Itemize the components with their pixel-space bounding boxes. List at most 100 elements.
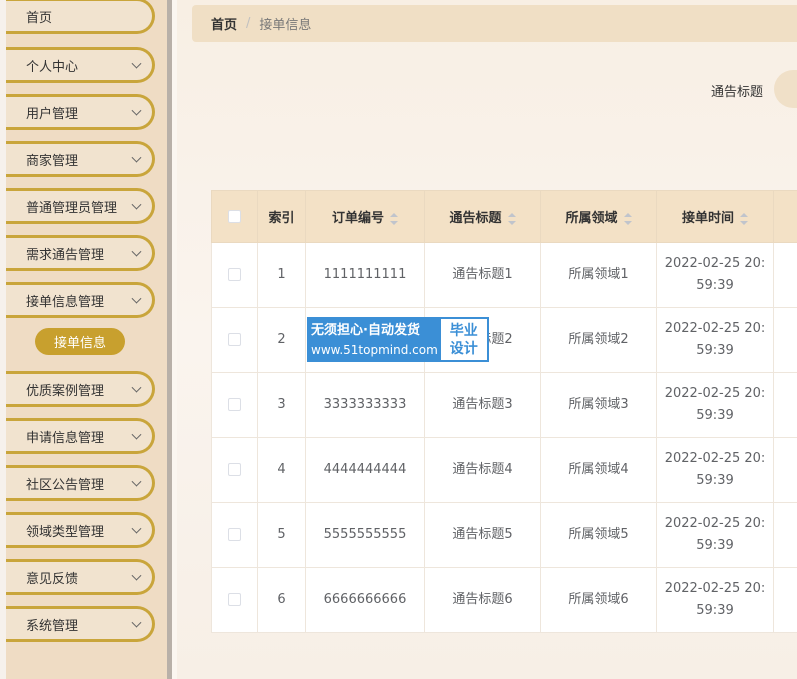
sidebar-item[interactable]: 需求通告管理 xyxy=(6,235,155,271)
search-title-input[interactable] xyxy=(774,70,797,108)
cell-domain: 所属领域5 xyxy=(540,502,657,568)
row-checkbox[interactable] xyxy=(228,528,241,541)
table-header-row: 索引 订单编号 通告标题 所属领域 接单时间 xyxy=(211,190,797,243)
sidebar-item-label: 意见反馈 xyxy=(26,571,79,587)
row-select-cell xyxy=(211,437,258,503)
column-header-time[interactable]: 接单时间 xyxy=(656,190,774,243)
row-select-cell xyxy=(211,567,258,633)
cell-index: 6 xyxy=(257,567,306,633)
cell-index: 4 xyxy=(257,437,306,503)
chevron-down-icon xyxy=(131,58,142,69)
cell-time-date: 2022-02-25 20: xyxy=(664,516,766,531)
breadcrumb-current: 接单信息 xyxy=(259,18,312,33)
sidebar-item[interactable]: 普通管理员管理 xyxy=(6,188,155,224)
chevron-down-icon xyxy=(131,476,142,487)
column-header-label: 所属领域 xyxy=(565,211,618,226)
sort-icon[interactable] xyxy=(740,212,748,225)
column-header-index: 索引 xyxy=(257,190,306,243)
cell-time-rest: 59:39 xyxy=(696,343,734,358)
cell-time: 2022-02-25 20: 59:39 xyxy=(656,307,774,373)
sidebar-item[interactable]: 用户管理 xyxy=(6,94,155,130)
sidebar-item[interactable]: 系统管理 xyxy=(6,606,155,642)
row-select-cell xyxy=(211,372,258,438)
table-row[interactable]: 3 3333333333 通告标题3 所属领域3 2022-02-25 20: 59:39 xyxy=(211,372,797,438)
sidebar-item[interactable]: 优质案例管理 xyxy=(6,371,155,407)
sort-icon[interactable] xyxy=(507,212,516,225)
row-checkbox[interactable] xyxy=(228,463,241,476)
sidebar: 首页个人中心用户管理商家管理普通管理员管理需求通告管理 接单信息管理优质案例管理申… xyxy=(0,0,172,679)
cell-time: 2022-02-25 20: 59:39 xyxy=(656,437,774,503)
cell-time-rest: 59:39 xyxy=(696,473,734,488)
column-header-domain[interactable]: 所属领域 xyxy=(540,190,657,243)
breadcrumb: 首页 / 接单信息 xyxy=(192,5,797,42)
cell-title: 通告标题5 xyxy=(424,502,541,568)
sidebar-item-label: 用户管理 xyxy=(26,106,79,122)
cell-time-rest: 59:39 xyxy=(696,278,734,293)
watermark-text: 无须担心·自动发货 www.51topmind.com xyxy=(307,317,441,362)
cell-index: 1 xyxy=(257,242,306,308)
sidebar-item[interactable]: 意见反馈 xyxy=(6,559,155,595)
cell-domain: 所属领域6 xyxy=(540,567,657,633)
sidebar-item[interactable]: 申请信息管理 xyxy=(6,418,155,454)
cell-time-rest: 59:39 xyxy=(696,408,734,423)
chevron-down-icon xyxy=(131,105,142,116)
chevron-down-icon xyxy=(131,152,142,163)
cell-domain: 所属领域2 xyxy=(540,307,657,373)
select-all-cell xyxy=(211,190,258,243)
sidebar-item-label: 商家管理 xyxy=(26,153,79,169)
sidebar-item[interactable]: 社区公告管理 xyxy=(6,465,155,501)
cell-index: 5 xyxy=(257,502,306,568)
row-checkbox[interactable] xyxy=(228,333,241,346)
cell-order-no: 1111111111 xyxy=(305,242,425,308)
sidebar-item[interactable]: 领域类型管理 xyxy=(6,512,155,548)
cell-index: 3 xyxy=(257,372,306,438)
chevron-down-icon xyxy=(131,523,142,534)
chevron-down-icon xyxy=(131,429,142,440)
cell-order-no: 4444444444 xyxy=(305,437,425,503)
cell-time: 2022-02-25 20: 59:39 xyxy=(656,567,774,633)
search-title-label: 通告标题 xyxy=(711,85,764,100)
cell-extra xyxy=(773,307,797,373)
column-header-order-no[interactable]: 订单编号 xyxy=(305,190,425,243)
table-row[interactable]: 22222222222通告标题2所属领域22022-02-25 20:59:39 xyxy=(211,307,797,373)
cell-order-no: 5555555555 xyxy=(305,502,425,568)
watermark-line1: 无须担心·自动发货 xyxy=(311,322,420,338)
cell-title: 通告标题4 xyxy=(424,437,541,503)
watermark-badge: 毕业 设计 xyxy=(440,319,487,360)
breadcrumb-home-link[interactable]: 首页 xyxy=(211,14,237,33)
sidebar-item[interactable]: 接单信息管理 xyxy=(6,282,155,318)
row-checkbox[interactable] xyxy=(228,268,241,281)
cell-time-date: 2022-02-25 20: xyxy=(664,451,766,466)
cell-order-no: 3333333333 xyxy=(305,372,425,438)
sort-icon[interactable] xyxy=(623,212,632,225)
select-all-checkbox[interactable] xyxy=(228,210,241,223)
sidebar-item-label: 领域类型管理 xyxy=(26,524,105,540)
sidebar-item[interactable]: 首页 xyxy=(6,0,155,34)
cell-time: 2022-02-25 20: 59:39 xyxy=(656,242,774,308)
cell-time: 2022-02-25 20: 59:39 xyxy=(656,502,774,568)
table-row[interactable]: 4 4444444444 通告标题4 所属领域4 2022-02-25 20: 59:39 xyxy=(211,437,797,503)
sidebar-item-label: 系统管理 xyxy=(26,618,79,634)
sidebar-item-label: 接单信息管理 xyxy=(26,294,105,310)
column-header-title[interactable]: 通告标题 xyxy=(424,190,541,243)
sidebar-item-label: 需求通告管理 xyxy=(26,247,105,263)
cell-time-date: 2022-02-25 20: xyxy=(664,581,766,596)
cell-order-no: 6666666666 xyxy=(305,567,425,633)
table-row[interactable]: 1 1111111111 通告标题1 所属领域1 2022-02-25 20: 59:39 xyxy=(211,242,797,308)
table-row[interactable]: 6 6666666666 通告标题6 所属领域6 2022-02-25 20: 59:39 xyxy=(211,567,797,633)
table-row[interactable]: 5 5555555555 通告标题5 所属领域5 2022-02-25 20: 59:39 xyxy=(211,502,797,568)
sidebar-subitem-order-info[interactable]: 接单信息 xyxy=(35,328,125,355)
cell-time-rest: 59:39 xyxy=(696,603,734,618)
sort-icon[interactable] xyxy=(390,212,398,225)
sidebar-item[interactable]: 商家管理 xyxy=(6,141,155,177)
cell-time-rest: 59:39 xyxy=(696,538,734,553)
column-header-label: 通告标题 xyxy=(449,211,502,226)
row-checkbox[interactable] xyxy=(228,593,241,606)
row-checkbox[interactable] xyxy=(228,398,241,411)
cell-index: 2 xyxy=(257,307,306,373)
chevron-down-icon xyxy=(131,617,142,628)
sidebar-item[interactable]: 个人中心 xyxy=(6,47,155,83)
watermark-badge-line2: 设计 xyxy=(449,340,478,357)
cell-domain: 所属领域3 xyxy=(540,372,657,438)
watermark-banner: 无须担心·自动发货 www.51topmind.com 毕业 设计 xyxy=(307,317,489,362)
